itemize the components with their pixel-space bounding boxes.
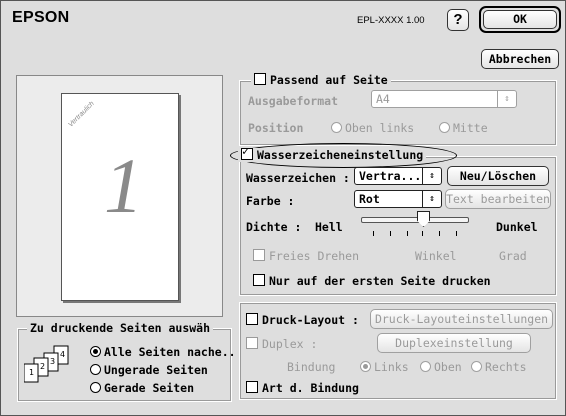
printer-settings-dialog: EPSON EPL-XXXX 1.00 ? OK Abbrechen Vertr… [0,0,566,416]
popup-arrows-icon: ⇕ [422,191,441,207]
output-format-label: Ausgabeformat [248,94,339,108]
popup-arrows-icon: ⇕ [422,168,441,184]
print-layout-settings-button[interactable]: Druck-Layouteinstellungen [370,309,553,329]
preview-page-number: 1 [104,142,143,229]
model-version-label: EPL-XXXX 1.00 [357,15,425,26]
duplex-settings-button[interactable]: Duplexeinstellung [377,333,531,353]
edit-text-button[interactable]: Text bearbeiten [445,189,551,209]
radio-center[interactable] [439,122,450,133]
pages-all-option[interactable]: Alle Seiten nache.. [90,345,236,359]
binding-right-option[interactable]: Rechts [471,360,527,374]
help-button[interactable]: ? [447,9,469,31]
first-page-only-checkbox[interactable] [253,274,265,286]
position-top-left-option[interactable]: Oben links [331,121,414,135]
radio-all-pages[interactable] [90,346,101,357]
pages-even-option[interactable]: Gerade Seiten [90,381,194,395]
radio-top-left[interactable] [331,122,342,133]
binding-label: Bindung [287,360,336,374]
ok-button[interactable]: OK [483,10,557,29]
output-format-select[interactable]: A4 ⇕ [371,90,517,108]
brand-logo: EPSON [12,9,70,26]
angle-label: Winkel [415,249,457,263]
radio-binding-left[interactable] [360,361,371,372]
cancel-button[interactable]: Abbrechen [481,49,559,69]
density-dark-label: Dunkel [496,220,538,234]
fit-to-page-title[interactable]: Passend auf Seite [251,73,391,87]
slider-tick [390,231,391,236]
density-label: Dichte : [246,220,302,234]
degree-label: Grad [499,249,527,263]
popup-arrows-icon: ⇕ [497,91,516,107]
pages-to-print-title: Zu druckende Seiten auswäh [27,321,214,335]
binding-type-option[interactable]: Art d. Bindung [246,381,359,395]
icon-page-1: 1 [29,368,34,377]
icon-page-3: 3 [50,357,55,366]
first-page-only-option[interactable]: Nur auf der ersten Seite drucken [253,274,491,288]
color-label: Farbe : [246,194,295,208]
slider-tick [456,231,457,236]
position-label: Position [248,121,304,135]
icon-page-2: 2 [40,362,45,371]
slider-tick [439,231,440,236]
watermark-select[interactable]: Vertra... ⇕ [354,167,442,185]
density-light-label: Hell [315,220,343,234]
icon-page-4: 4 [60,350,65,359]
watermark-label: Wasserzeichen : [246,171,350,185]
radio-binding-top[interactable] [420,361,431,372]
free-rotate-checkbox[interactable] [253,249,265,261]
radio-binding-right[interactable] [471,361,482,372]
radio-odd-pages[interactable] [90,364,101,375]
page-order-icon: 4 3 2 1 [24,345,69,383]
watermark-settings-title[interactable]: ✓ Wasserzeicheneinstellung [238,145,427,162]
binding-type-checkbox[interactable] [246,381,258,393]
slider-tick [407,231,408,236]
color-select[interactable]: Rot ⇕ [354,190,442,208]
free-rotate-option[interactable]: Freies Drehen [253,249,359,263]
new-delete-button[interactable]: Neu/Löschen [447,166,549,186]
duplex-option[interactable]: Duplex : [246,337,317,351]
print-layout-option[interactable]: Druck-Layout : [246,313,359,327]
pages-odd-option[interactable]: Ungerade Seiten [90,363,208,377]
watermark-checkbox[interactable]: ✓ [241,145,253,160]
radio-even-pages[interactable] [90,382,101,393]
position-center-option[interactable]: Mitte [439,121,488,135]
slider-tick [373,231,374,236]
density-slider-track[interactable] [361,217,469,223]
binding-left-option[interactable]: Links [360,360,409,374]
slider-tick [422,231,423,236]
fit-to-page-checkbox[interactable] [254,73,266,85]
duplex-checkbox[interactable] [246,337,258,349]
print-layout-checkbox[interactable] [246,313,258,325]
binding-top-option[interactable]: Oben [420,360,462,374]
